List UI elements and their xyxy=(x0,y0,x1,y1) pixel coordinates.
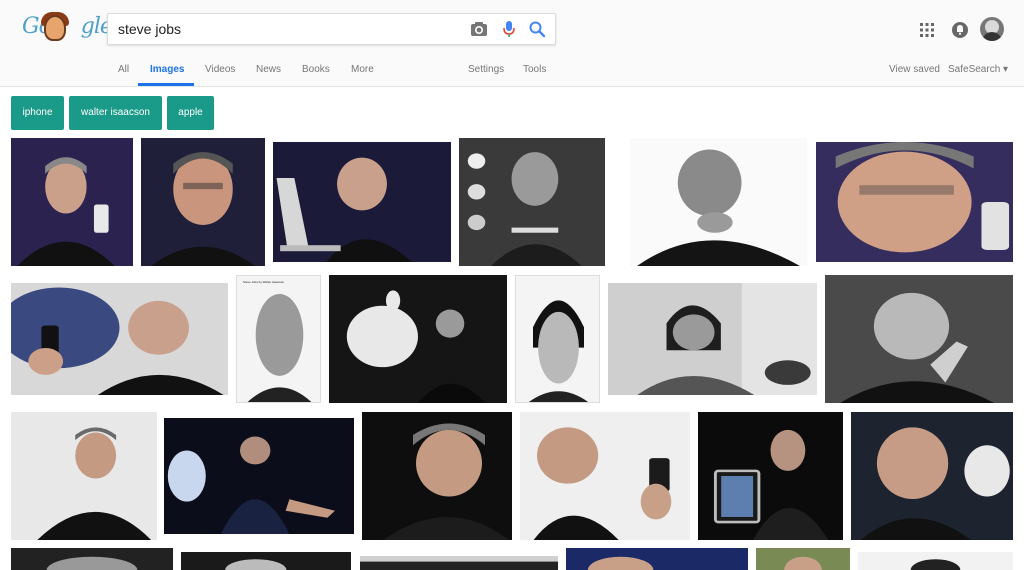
avatar-body xyxy=(982,32,1002,41)
image-result[interactable] xyxy=(816,142,1013,262)
search-input[interactable] xyxy=(118,14,448,44)
image-result[interactable] xyxy=(11,548,173,570)
result-thumbnail xyxy=(858,552,1013,570)
header: Go gle steve jobs All Images Videos News… xyxy=(0,0,1024,87)
image-result[interactable] xyxy=(630,138,807,266)
search-box xyxy=(107,13,556,45)
result-thumbnail xyxy=(608,283,817,395)
image-result[interactable] xyxy=(360,556,558,570)
safesearch-label: SafeSearch xyxy=(948,64,1001,75)
tab-more[interactable]: More xyxy=(351,64,374,76)
image-result[interactable] xyxy=(608,283,817,395)
result-thumbnail xyxy=(11,283,228,395)
camera-icon[interactable] xyxy=(470,20,488,38)
image-result[interactable] xyxy=(11,283,228,395)
result-thumbnail xyxy=(360,556,558,570)
image-result[interactable]: Steve Jobs by Walter Isaacson xyxy=(236,275,321,403)
tab-images[interactable]: Images xyxy=(150,64,184,76)
tab-books[interactable]: Books xyxy=(302,64,330,76)
result-thumbnail xyxy=(566,548,748,570)
view-saved-link[interactable]: View saved xyxy=(889,64,940,76)
image-result[interactable] xyxy=(181,552,351,570)
result-thumbnail xyxy=(851,412,1013,540)
image-result[interactable] xyxy=(515,275,600,403)
result-thumbnail xyxy=(816,142,1013,262)
doodle-face xyxy=(44,15,66,41)
result-thumbnail xyxy=(756,548,850,570)
image-result[interactable] xyxy=(851,412,1013,540)
result-thumbnail xyxy=(164,418,354,534)
tab-news[interactable]: News xyxy=(256,64,281,76)
book-cover-caption: Steve Jobs by Walter Isaacson xyxy=(243,280,285,284)
image-result[interactable] xyxy=(520,412,690,540)
image-result[interactable] xyxy=(362,412,512,540)
result-thumbnail xyxy=(11,138,133,266)
result-thumbnail xyxy=(181,552,351,570)
image-result[interactable] xyxy=(329,275,507,403)
account-avatar[interactable] xyxy=(980,17,1004,41)
chip-walter-isaacson[interactable]: walter isaacson xyxy=(69,96,162,130)
image-result[interactable] xyxy=(11,412,157,540)
image-result[interactable] xyxy=(698,412,843,540)
chip-apple[interactable]: apple xyxy=(167,96,214,130)
notifications-icon[interactable] xyxy=(951,21,969,39)
result-thumbnail xyxy=(362,412,512,540)
image-result[interactable] xyxy=(141,138,265,266)
search-icon[interactable] xyxy=(528,20,546,38)
tab-videos[interactable]: Videos xyxy=(205,64,235,76)
tab-tools[interactable]: Tools xyxy=(523,64,546,76)
apps-grid-icon[interactable] xyxy=(920,23,934,37)
result-thumbnail xyxy=(520,412,690,540)
image-result[interactable] xyxy=(164,418,354,534)
safesearch-dropdown[interactable]: SafeSearch ▾ xyxy=(948,64,1008,76)
result-thumbnail xyxy=(516,276,599,402)
microphone-icon[interactable] xyxy=(500,20,518,38)
result-thumbnail xyxy=(141,138,265,266)
result-thumbnail xyxy=(630,138,807,266)
result-thumbnail xyxy=(11,548,173,570)
google-doodle-logo[interactable]: Go gle xyxy=(22,12,113,44)
result-thumbnail xyxy=(273,142,451,262)
result-thumbnail xyxy=(237,276,320,402)
result-thumbnail xyxy=(329,275,507,403)
result-thumbnail xyxy=(825,275,1013,403)
image-result[interactable] xyxy=(858,552,1013,570)
result-thumbnail xyxy=(459,138,605,266)
image-result[interactable] xyxy=(273,142,451,262)
result-thumbnail xyxy=(698,412,843,540)
image-result[interactable] xyxy=(825,275,1013,403)
image-result[interactable] xyxy=(566,548,748,570)
result-thumbnail xyxy=(11,412,157,540)
tab-settings[interactable]: Settings xyxy=(468,64,504,76)
image-result[interactable] xyxy=(459,138,605,266)
image-result[interactable] xyxy=(11,138,133,266)
image-result[interactable] xyxy=(756,548,850,570)
chip-iphone[interactable]: iphone xyxy=(11,96,64,130)
active-tab-indicator xyxy=(138,83,194,86)
tab-all[interactable]: All xyxy=(118,64,129,76)
